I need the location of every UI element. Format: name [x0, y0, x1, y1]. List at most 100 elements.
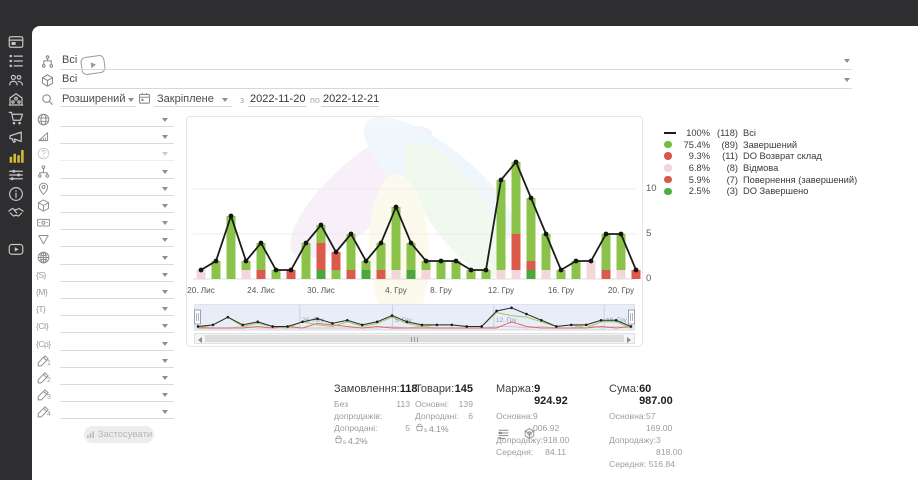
legend-item[interactable]: 2.5%(3)DO Завершено	[664, 185, 857, 197]
bar-segment-p[interactable]	[242, 270, 251, 279]
scroll-left-icon[interactable]	[198, 337, 202, 343]
chevron-down-icon[interactable]	[162, 324, 168, 328]
bar-segment-r[interactable]	[347, 270, 356, 279]
bar-segment-p[interactable]	[587, 261, 596, 279]
search-mode-select[interactable]: Розширений	[62, 93, 125, 105]
sidebar-item-cart-icon[interactable]	[7, 109, 25, 127]
sidebar-item-bar-chart-icon[interactable]	[7, 147, 25, 165]
filter-field-ruler[interactable]	[36, 129, 174, 146]
report-play-button[interactable]	[80, 54, 106, 75]
bar-segment-g[interactable]	[437, 261, 446, 279]
filter-field-globe[interactable]	[36, 112, 174, 129]
line-point[interactable]	[214, 259, 219, 264]
chevron-down-icon[interactable]	[844, 78, 850, 82]
legend-item[interactable]: 75.4%(89)Завершений	[664, 139, 857, 151]
chevron-down-icon[interactable]	[162, 256, 168, 260]
sidebar-item-sliders-icon[interactable]	[7, 166, 25, 184]
line-point[interactable]	[484, 268, 489, 273]
line-point[interactable]	[559, 268, 564, 273]
bar-segment-p[interactable]	[497, 270, 506, 279]
filter-field-banknote[interactable]	[36, 215, 174, 232]
chevron-down-icon[interactable]	[162, 204, 168, 208]
line-point[interactable]	[619, 232, 624, 237]
line-point[interactable]	[244, 259, 249, 264]
line-point[interactable]	[469, 268, 474, 273]
sidebar-item-building-icon[interactable]	[7, 90, 25, 108]
line-point[interactable]	[364, 259, 369, 264]
date-to-input[interactable]: 2022-12-21	[323, 93, 379, 105]
bar-segment-p[interactable]	[542, 270, 551, 279]
line-point[interactable]	[604, 232, 609, 237]
chevron-down-icon[interactable]	[162, 410, 168, 414]
bar-segment-d[interactable]	[407, 270, 416, 279]
filter-field-2[interactable]: 2	[36, 370, 174, 387]
chevron-down-icon[interactable]	[162, 187, 168, 191]
chevron-down-icon[interactable]	[162, 221, 168, 225]
line-point[interactable]	[544, 232, 549, 237]
line-point[interactable]	[439, 259, 444, 264]
bar-segment-r[interactable]	[332, 252, 341, 270]
filter-field-M[interactable]: {M}	[36, 284, 174, 301]
filter-field-S[interactable]: {S}	[36, 267, 174, 284]
navigator-handle-right[interactable]	[629, 310, 635, 324]
bar-segment-p[interactable]	[617, 270, 626, 279]
bar-segment-r[interactable]	[377, 270, 386, 279]
bar-segment-p[interactable]	[392, 270, 401, 279]
chevron-down-icon[interactable]	[162, 290, 168, 294]
sidebar-item-info-icon[interactable]	[7, 185, 25, 203]
bar-segment-g[interactable]	[332, 270, 341, 279]
filter-field-funnel[interactable]	[36, 232, 174, 249]
chevron-down-icon[interactable]	[128, 98, 134, 102]
line-point[interactable]	[394, 205, 399, 210]
line-point[interactable]	[304, 241, 309, 246]
cube-wire-icon[interactable]	[523, 427, 536, 440]
legend-item[interactable]: 6.8%(8)Відмова	[664, 162, 857, 174]
date-from-input[interactable]: 2022-11-20	[250, 93, 305, 105]
chevron-down-icon[interactable]	[162, 376, 168, 380]
navigator-handle-left[interactable]	[195, 310, 201, 324]
line-point[interactable]	[334, 250, 339, 255]
bar-segment-p[interactable]	[422, 270, 431, 279]
bar-segment-r[interactable]	[317, 243, 326, 270]
line-point[interactable]	[349, 232, 354, 237]
filter-field-Ct[interactable]: {Ct}	[36, 318, 174, 335]
source-select[interactable]: Всі	[62, 54, 77, 66]
line-point[interactable]	[499, 178, 504, 183]
chevron-down-icon[interactable]	[162, 152, 168, 156]
chevron-down-icon[interactable]	[162, 393, 168, 397]
line-point[interactable]	[634, 268, 639, 273]
filter-field-globe-wire[interactable]	[36, 250, 174, 267]
legend-item[interactable]: 100%(118)Всі	[664, 127, 857, 139]
legend-item[interactable]: 5.9%(7)Повернення (завершений)	[664, 174, 857, 186]
filter-field-3[interactable]: 3	[36, 387, 174, 404]
line-point[interactable]	[529, 196, 534, 201]
scroll-right-icon[interactable]	[627, 337, 631, 343]
chevron-down-icon[interactable]	[844, 59, 850, 63]
chevron-down-icon[interactable]	[162, 359, 168, 363]
filter-field-sitemap[interactable]	[36, 164, 174, 181]
line-point[interactable]	[199, 268, 204, 273]
chevron-down-icon[interactable]	[162, 170, 168, 174]
line-point[interactable]	[424, 259, 429, 264]
chevron-down-icon[interactable]	[162, 342, 168, 346]
sidebar-item-list-icon[interactable]	[7, 52, 25, 70]
filter-field-cube[interactable]	[36, 198, 174, 215]
sidebar-item-image-panel-icon[interactable]	[7, 33, 25, 51]
line-point[interactable]	[409, 241, 414, 246]
filter-field-Cp[interactable]: {Cp}	[36, 336, 174, 353]
line-point[interactable]	[259, 241, 264, 246]
calendar-icon[interactable]	[137, 91, 152, 106]
sidebar-item-handshake-icon[interactable]	[7, 204, 25, 222]
legend-item[interactable]: 9.3%(11)DO Возврат склад	[664, 150, 857, 162]
line-point[interactable]	[514, 160, 519, 165]
filter-field-person-pin[interactable]	[36, 181, 174, 198]
chevron-down-icon[interactable]	[162, 118, 168, 122]
bar-segment-r[interactable]	[602, 270, 611, 279]
bar-segment-r[interactable]	[512, 234, 521, 270]
product-select[interactable]: Всі	[62, 73, 77, 85]
sidebar-item-video-icon[interactable]	[7, 240, 25, 258]
chevron-down-icon[interactable]	[162, 238, 168, 242]
orders-chart[interactable]: 20. Лис24. Лис30. Лис4. Гру8. Гру12. Гру…	[187, 117, 642, 302]
filter-field-question[interactable]	[36, 146, 174, 163]
bar-segment-d[interactable]	[317, 270, 326, 279]
